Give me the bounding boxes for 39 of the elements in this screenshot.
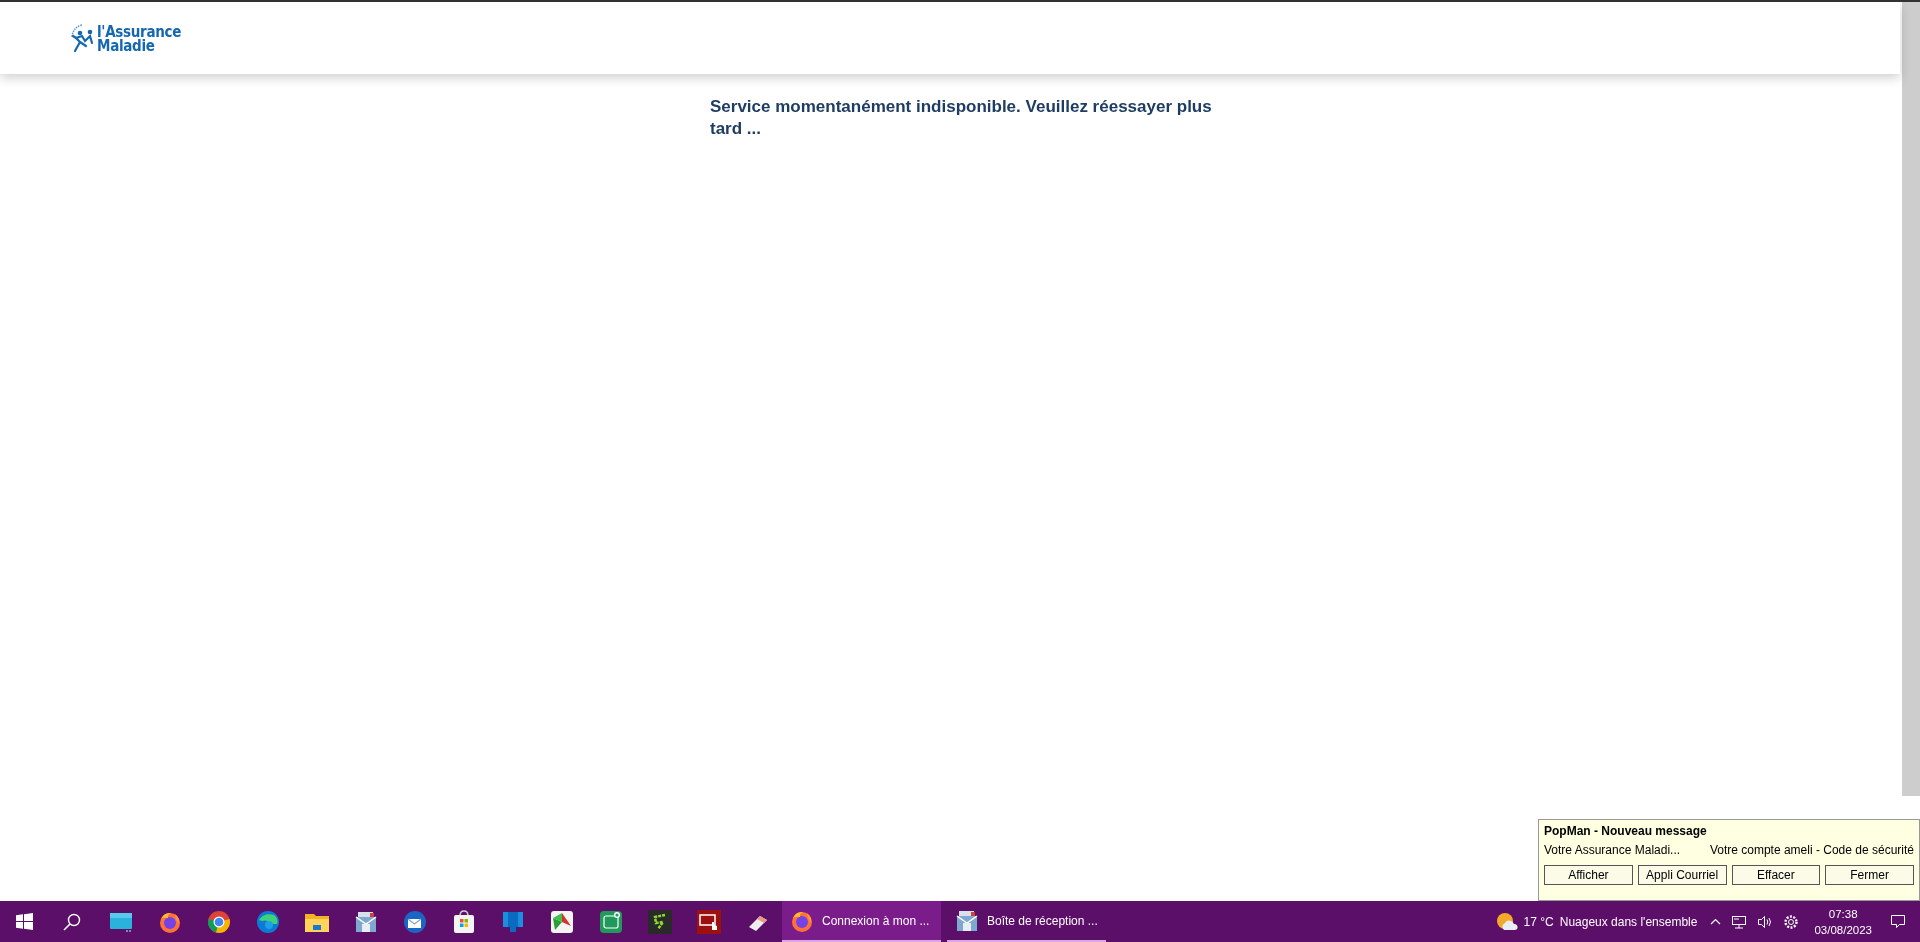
weather-icon[interactable] — [1495, 911, 1518, 932]
remote-screen-icon[interactable] — [696, 909, 721, 934]
popup-button[interactable]: Effacer — [1731, 865, 1821, 885]
settings-icon[interactable] — [1783, 913, 1800, 930]
popup-button[interactable]: Afficher — [1544, 865, 1633, 885]
taskbar-button[interactable]: Connexion à mon ... — [782, 901, 941, 942]
bird-envelope-icon[interactable] — [402, 909, 427, 934]
record-icon[interactable] — [598, 909, 623, 934]
wave-browser-icon[interactable] — [255, 909, 280, 934]
weather-condition[interactable]: Nuageux dans l'ensemble — [1559, 914, 1698, 929]
desktop-icon[interactable] — [108, 910, 133, 933]
logo-text: Maladie — [97, 39, 156, 53]
circle-browser-icon[interactable] — [206, 909, 231, 934]
screen-icon[interactable] — [500, 909, 525, 934]
mail-icon[interactable] — [353, 909, 378, 934]
chevron-up-icon[interactable] — [1710, 918, 1722, 925]
start-icon[interactable] — [15, 913, 33, 930]
scrollbar-thumb[interactable] — [1902, 2, 1920, 796]
speaker-icon[interactable] — [1757, 914, 1774, 929]
popup-button[interactable]: Appli Courriel — [1637, 865, 1727, 885]
clock-date: 03/08/2023 — [1814, 922, 1872, 938]
search-icon[interactable] — [63, 912, 81, 931]
message-subject: Votre compte ameli - Code de sécurité — [1709, 843, 1914, 857]
message-sender: Votre Assurance Maladi... — [1544, 843, 1681, 857]
error-message: Service momentanément indisponible. Veuillez réessayer plus tard ... — [710, 96, 1213, 140]
notification-icon[interactable] — [1890, 914, 1906, 929]
pie-chart-icon[interactable] — [549, 909, 574, 934]
notification-title: PopMan - Nouveau message — [1544, 824, 1708, 838]
clock-time: 07:38 — [1828, 906, 1858, 922]
mail-icon — [955, 908, 979, 933]
squiggle-icon[interactable] — [647, 909, 672, 934]
shopping-bag-icon[interactable] — [451, 909, 476, 934]
temperature[interactable]: 17 °C — [1523, 914, 1554, 929]
logo-text: l'Assurance — [97, 25, 182, 39]
people-logo-icon — [70, 23, 96, 53]
network-icon[interactable] — [1731, 914, 1748, 929]
taskbar-button[interactable]: Boîte de réception ... — [947, 901, 1106, 942]
popup-button[interactable]: Fermer — [1825, 865, 1914, 885]
clock[interactable]: 07:38 03/08/2023 — [1814, 905, 1872, 938]
